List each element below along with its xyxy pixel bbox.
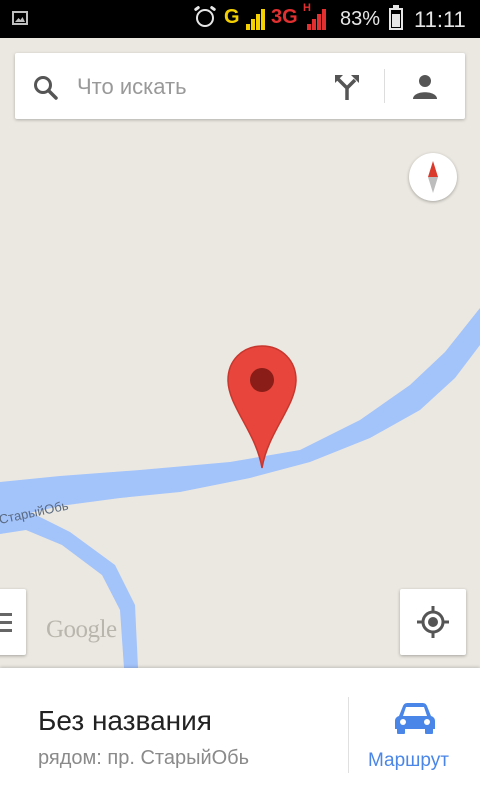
signal-icon — [246, 8, 268, 30]
network-3g-label: 3G — [271, 6, 298, 28]
search-icon[interactable] — [33, 75, 59, 101]
map-pin-icon[interactable] — [226, 344, 298, 470]
signal-icon — [307, 8, 329, 30]
place-address: рядом: пр. СтарыйОбь — [38, 747, 250, 769]
search-divider — [384, 69, 385, 103]
battery-icon — [389, 5, 403, 30]
image-notification-icon — [12, 11, 28, 25]
clock: 11:11 — [414, 7, 466, 32]
route-button[interactable] — [349, 668, 480, 800]
network-g-label: G — [224, 6, 240, 28]
search-bar — [15, 53, 465, 119]
compass-icon[interactable] — [409, 153, 457, 201]
my-location-button[interactable] — [400, 589, 466, 655]
account-icon[interactable] — [411, 73, 439, 101]
google-logo: Google — [46, 616, 117, 643]
route-label: Маршрут — [368, 750, 449, 771]
battery-percent: 83% — [340, 8, 381, 30]
place-title[interactable]: Без названия — [38, 705, 212, 737]
alarm-icon — [196, 9, 214, 27]
car-icon — [395, 703, 435, 734]
my-location-icon — [417, 606, 449, 638]
menu-icon — [0, 613, 12, 632]
menu-button[interactable] — [0, 589, 26, 655]
directions-icon[interactable] — [333, 73, 361, 101]
status-bar: G 3G H 83% 11:11 — [0, 0, 480, 38]
search-input[interactable] — [75, 71, 329, 103]
